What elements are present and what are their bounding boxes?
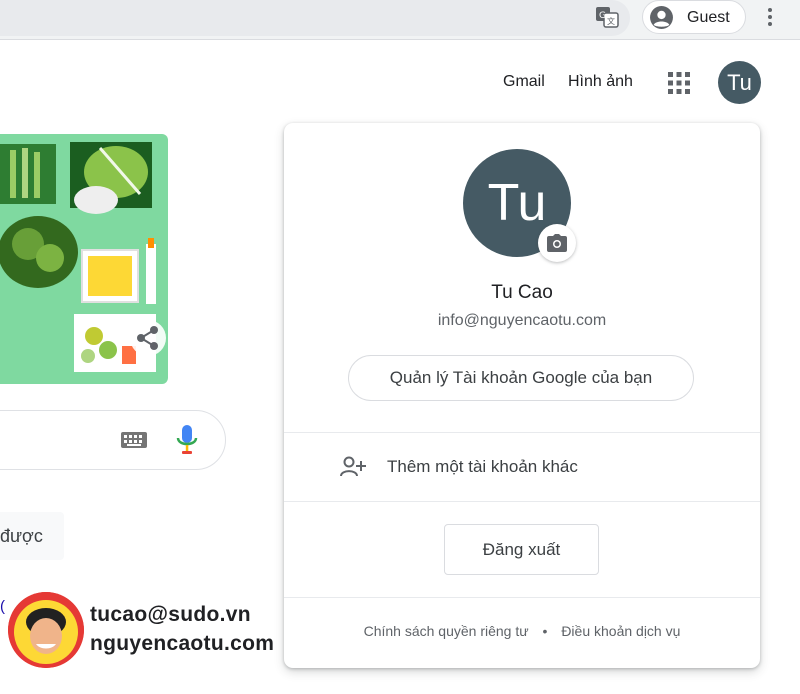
watermark-avatar — [8, 592, 84, 668]
separator-dot: • — [542, 623, 548, 639]
mic-icon[interactable] — [176, 424, 198, 456]
guest-label: Guest — [687, 9, 730, 26]
account-email: info@nguyencaotu.com — [437, 312, 607, 329]
account-name: Tu Cao — [491, 282, 553, 303]
svg-text:文: 文 — [607, 16, 615, 26]
add-account-label: Thêm một tài khoản khác — [387, 457, 578, 476]
keyboard-icon[interactable] — [120, 430, 148, 450]
images-link[interactable]: Hình ảnh — [568, 73, 633, 91]
feeling-lucky-label: được — [0, 526, 43, 546]
share-icon[interactable] — [130, 320, 166, 356]
popover-footer: Chính sách quyền riêng tư • Điều khoản d… — [284, 623, 760, 639]
svg-text:G: G — [599, 11, 606, 21]
watermark-email: tucao@sudo.vn — [90, 603, 251, 626]
gmail-link[interactable]: Gmail — [503, 73, 545, 91]
watermark-site: nguyencaotu.com — [90, 632, 275, 655]
kebab-menu-icon[interactable] — [760, 4, 780, 30]
account-popover: Tu Tu Cao info@nguyencaotu.com Quản lý T… — [284, 123, 760, 668]
change-photo-button[interactable] — [538, 224, 576, 262]
apps-grid-icon[interactable] — [668, 72, 690, 94]
translate-icon[interactable]: G 文 — [594, 5, 620, 29]
divider — [284, 597, 760, 598]
divider — [284, 501, 760, 502]
account-avatar-button[interactable]: Tu — [718, 61, 761, 104]
privacy-link[interactable]: Chính sách quyền riêng tư — [364, 623, 529, 639]
terms-link[interactable]: Điều khoản dịch vụ — [561, 623, 680, 639]
address-bar[interactable] — [0, 0, 630, 36]
add-account-button[interactable]: Thêm một tài khoản khác — [284, 433, 760, 501]
camera-icon — [547, 234, 567, 252]
add-person-icon — [340, 456, 366, 477]
guest-avatar-icon — [650, 6, 673, 29]
sign-out-button[interactable]: Đăng xuất — [444, 524, 599, 575]
browser-toolbar: G 文 Guest — [0, 0, 800, 40]
manage-account-button[interactable]: Quản lý Tài khoản Google của bạn — [348, 355, 694, 401]
guest-profile-button[interactable]: Guest — [642, 0, 746, 34]
stray-link-text[interactable]: ( — [0, 598, 5, 615]
